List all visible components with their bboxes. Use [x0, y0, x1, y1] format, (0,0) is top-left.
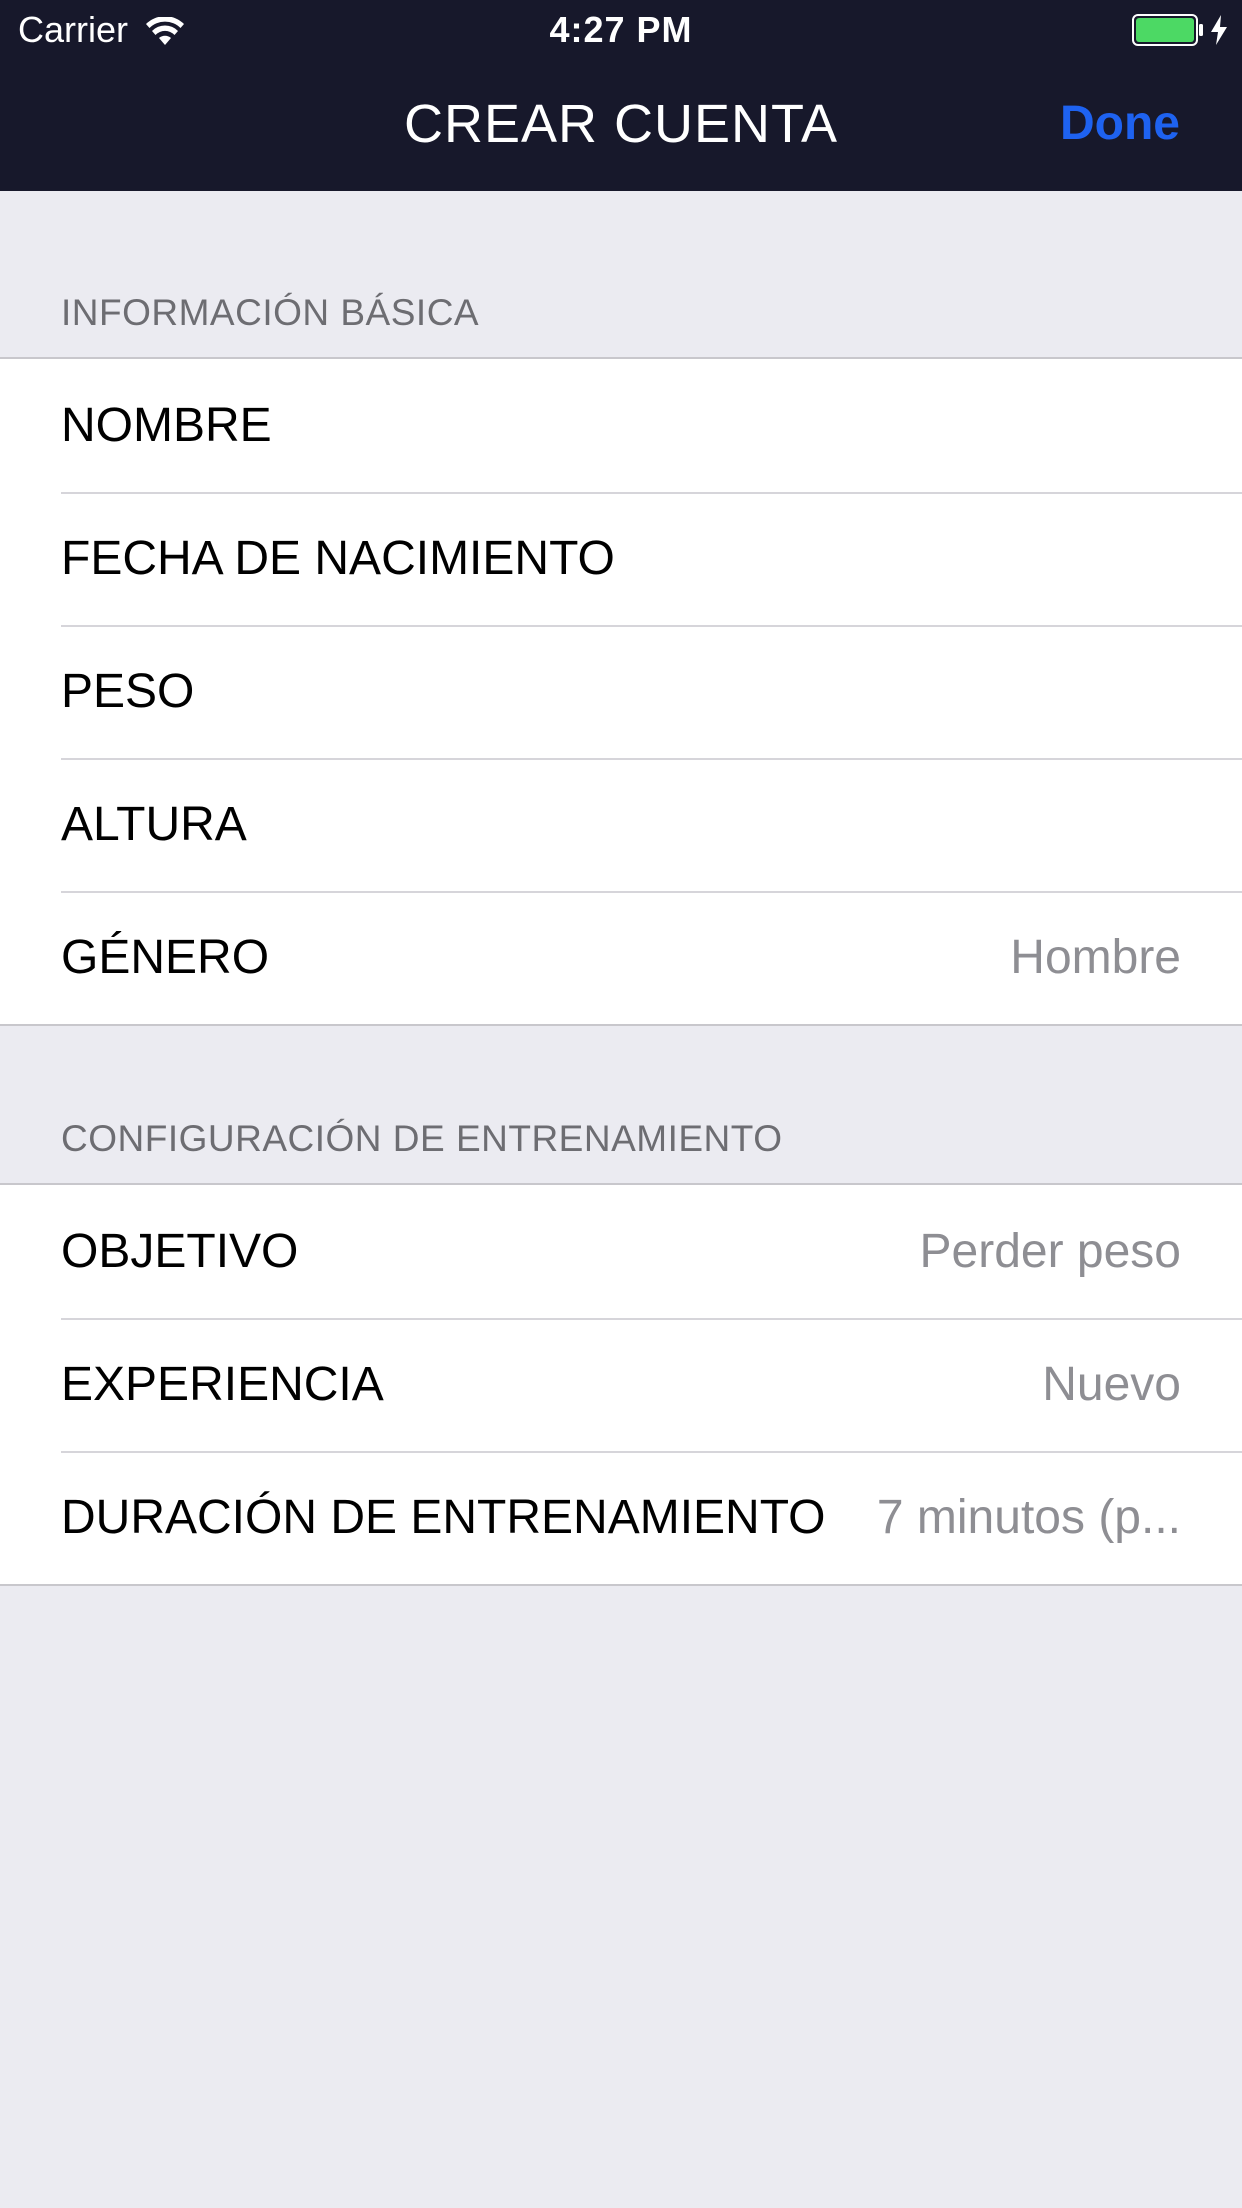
charging-bolt-icon: [1210, 15, 1228, 45]
page-title: CREAR CUENTA: [403, 94, 839, 154]
objetivo-value: Perder peso: [919, 1225, 1182, 1278]
row-label: FECHA DE NACIMIENTO: [61, 532, 615, 585]
navigation-bar: Carrier 4:27 PM CREAR CUENTA Done: [0, 0, 1242, 191]
row-label: EXPERIENCIA: [61, 1358, 384, 1411]
row-objetivo[interactable]: OBJETIVO Perder peso: [0, 1185, 1242, 1318]
battery-indicator: [1132, 14, 1228, 46]
battery-icon: [1132, 14, 1204, 46]
row-altura[interactable]: ALTURA: [0, 758, 1242, 891]
altura-field[interactable]: [274, 793, 1181, 856]
duracion-value: 7 minutos (p...: [876, 1491, 1181, 1544]
row-label: PESO: [61, 665, 195, 718]
section-header-basic-info: INFORMACIÓN BÁSICA: [61, 292, 480, 333]
row-nombre[interactable]: NOMBRE: [0, 359, 1242, 492]
row-genero[interactable]: GÉNERO Hombre: [0, 891, 1242, 1024]
nombre-field[interactable]: [299, 394, 1181, 457]
row-experiencia[interactable]: EXPERIENCIA Nuevo: [0, 1318, 1242, 1451]
row-label: OBJETIVO: [61, 1225, 299, 1278]
status-time: 4:27 PM: [549, 9, 693, 50]
row-fecha-de-nacimiento[interactable]: FECHA DE NACIMIENTO: [0, 492, 1242, 625]
section-header-training-config: CONFIGURACIÓN DE ENTRENAMIENTO: [61, 1118, 783, 1159]
peso-field[interactable]: [222, 660, 1181, 723]
row-label: NOMBRE: [61, 399, 272, 452]
basic-info-group: NOMBRE FECHA DE NACIMIENTO PESO ALTURA G…: [0, 357, 1242, 1026]
row-duracion-de-entrenamiento[interactable]: DURACIÓN DE ENTRENAMIENTO 7 minutos (p..…: [0, 1451, 1242, 1584]
experiencia-value: Nuevo: [1042, 1358, 1181, 1411]
row-label: GÉNERO: [61, 931, 270, 984]
fecha-de-nacimiento-field[interactable]: [642, 527, 1242, 590]
training-config-group: OBJETIVO Perder peso EXPERIENCIA Nuevo D…: [0, 1183, 1242, 1586]
row-peso[interactable]: PESO: [0, 625, 1242, 758]
done-button[interactable]: Done: [1060, 94, 1180, 154]
row-label: DURACIÓN DE ENTRENAMIENTO: [61, 1491, 826, 1544]
genero-value: Hombre: [1010, 931, 1181, 984]
row-label: ALTURA: [61, 798, 247, 851]
